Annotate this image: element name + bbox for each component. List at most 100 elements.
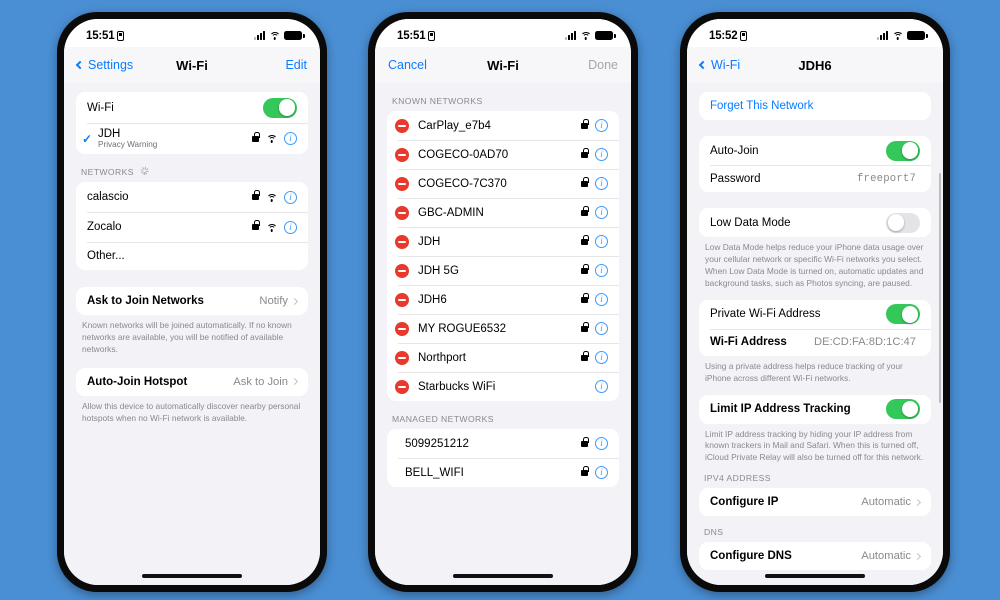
back-button[interactable]: Wi-Fi <box>698 58 758 72</box>
networks-section-header: NETWORKS <box>76 154 308 182</box>
battery-icon <box>595 31 616 40</box>
home-indicator[interactable] <box>453 574 553 578</box>
known-network-row[interactable]: JDH6 i <box>387 285 619 314</box>
info-icon[interactable]: i <box>595 206 608 219</box>
lock-icon <box>252 190 260 200</box>
connected-network-row[interactable]: ✓ JDH Privacy Warning i <box>76 123 308 154</box>
network-icons: i <box>581 118 608 132</box>
network-name: Northport <box>418 351 466 364</box>
known-network-row[interactable]: Northport i <box>387 343 619 372</box>
password-row[interactable]: Password freeport7 <box>699 165 931 192</box>
limit-ip-row[interactable]: Limit IP Address Tracking <box>699 395 931 424</box>
delete-icon[interactable] <box>395 118 409 133</box>
info-icon[interactable]: i <box>595 148 608 161</box>
configure-ip-card: Configure IP Automatic <box>699 488 931 517</box>
info-icon[interactable]: i <box>595 322 608 335</box>
managed-networks-card: 5099251212 i BELL_WIFI i <box>387 429 619 487</box>
delete-icon[interactable] <box>395 350 409 365</box>
info-icon[interactable]: i <box>595 351 608 364</box>
info-icon[interactable]: i <box>595 380 608 393</box>
delete-icon[interactable] <box>395 205 409 220</box>
known-network-row[interactable]: JDH i <box>387 227 619 256</box>
low-data-mode-toggle[interactable] <box>886 212 920 233</box>
configure-dns-value: Automatic <box>861 550 911 563</box>
network-name: COGECO-7C370 <box>418 177 507 190</box>
info-icon[interactable]: i <box>284 132 297 145</box>
auto-join-toggle[interactable] <box>886 140 920 161</box>
wifi-toggle-row[interactable]: Wi-Fi <box>76 92 308 123</box>
ask-to-join-label: Ask to Join Networks <box>87 295 204 307</box>
network-icons: i <box>581 465 608 479</box>
auto-join-row[interactable]: Auto-Join <box>699 136 931 165</box>
info-icon[interactable]: i <box>284 190 297 204</box>
password-value: freeport7 <box>856 172 916 185</box>
known-network-row[interactable]: Starbucks WiFi i <box>387 372 619 401</box>
network-detail-content[interactable]: Forget This Network Auto-Join Password f… <box>687 83 943 585</box>
configure-dns-row[interactable]: Configure DNS Automatic <box>699 542 931 570</box>
private-address-toggle[interactable] <box>886 304 920 325</box>
delete-icon[interactable] <box>395 234 409 249</box>
phone-2-screen: 15:51 Cancel Wi-Fi Done KNOWN NETWORKS C… <box>375 19 631 585</box>
network-row[interactable]: Zocalo i <box>76 212 308 242</box>
done-button[interactable]: Done <box>560 58 618 72</box>
configure-dns-card: Configure DNS Automatic <box>699 542 931 571</box>
low-data-mode-row[interactable]: Low Data Mode <box>699 208 931 237</box>
network-icons: i <box>581 436 608 450</box>
delete-icon[interactable] <box>395 147 409 162</box>
clock: 15:52 <box>709 29 738 42</box>
loading-spinner-icon <box>140 166 150 177</box>
cancel-button[interactable]: Cancel <box>388 58 446 72</box>
info-icon[interactable]: i <box>595 119 608 132</box>
known-network-row[interactable]: GBC-ADMIN i <box>387 198 619 227</box>
info-icon[interactable]: i <box>595 437 608 450</box>
network-row[interactable]: calascio i <box>76 182 308 212</box>
info-icon[interactable]: i <box>595 177 608 190</box>
known-network-row[interactable]: COGECO-7C370 i <box>387 169 619 198</box>
wifi-icon <box>269 31 280 40</box>
other-network-row[interactable]: Other... <box>76 242 308 270</box>
status-bar: 15:52 <box>687 19 943 47</box>
delete-icon[interactable] <box>395 176 409 191</box>
edit-networks-content[interactable]: KNOWN NETWORKS CarPlay_e7b4 i COGECO-0AD… <box>375 83 631 585</box>
network-icons: i <box>581 234 608 248</box>
edit-button[interactable]: Edit <box>249 58 307 72</box>
settings-content[interactable]: Wi-Fi ✓ JDH Privacy Warning i NETWORKS c… <box>64 83 320 585</box>
status-right <box>565 31 616 40</box>
scrollbar[interactable] <box>938 173 941 403</box>
chevron-right-icon <box>290 297 299 305</box>
network-name: GBC-ADMIN <box>418 206 484 219</box>
managed-network-row[interactable]: BELL_WIFI i <box>387 458 619 487</box>
managed-network-row[interactable]: 5099251212 i <box>387 429 619 458</box>
known-network-row[interactable]: JDH 5G i <box>387 256 619 285</box>
status-right <box>254 31 305 40</box>
networks-header-label: NETWORKS <box>81 167 134 177</box>
home-indicator[interactable] <box>142 574 242 578</box>
back-button[interactable]: Settings <box>75 58 135 72</box>
info-icon[interactable]: i <box>595 293 608 306</box>
configure-ip-row[interactable]: Configure IP Automatic <box>699 488 931 516</box>
limit-ip-toggle[interactable] <box>886 399 920 420</box>
private-address-row[interactable]: Private Wi-Fi Address <box>699 300 931 329</box>
delete-icon[interactable] <box>395 379 409 394</box>
home-indicator[interactable] <box>765 574 865 578</box>
delete-icon[interactable] <box>395 263 409 278</box>
page-title: Wi-Fi <box>487 57 519 73</box>
low-data-mode-card: Low Data Mode <box>699 208 931 237</box>
forget-network-row[interactable]: Forget This Network <box>699 92 931 120</box>
info-icon[interactable]: i <box>595 264 608 277</box>
auto-join-hotspot-row[interactable]: Auto-Join Hotspot Ask to Join <box>76 368 308 396</box>
wifi-toggle[interactable] <box>263 97 297 118</box>
info-icon[interactable]: i <box>595 235 608 248</box>
info-icon[interactable]: i <box>284 220 297 234</box>
ask-to-join-row[interactable]: Ask to Join Networks Notify <box>76 287 308 315</box>
delete-icon[interactable] <box>395 292 409 307</box>
delete-icon[interactable] <box>395 321 409 336</box>
phone-3: 15:52 Wi-Fi JDH6 Forget This Network Aut… <box>680 12 950 592</box>
known-network-row[interactable]: MY ROGUE6532 i <box>387 314 619 343</box>
checkmark-icon: ✓ <box>82 131 93 146</box>
edit-label: Edit <box>285 58 307 72</box>
network-name: JDH6 <box>418 293 447 306</box>
known-network-row[interactable]: COGECO-0AD70 i <box>387 140 619 169</box>
known-network-row[interactable]: CarPlay_e7b4 i <box>387 111 619 140</box>
info-icon[interactable]: i <box>595 466 608 479</box>
